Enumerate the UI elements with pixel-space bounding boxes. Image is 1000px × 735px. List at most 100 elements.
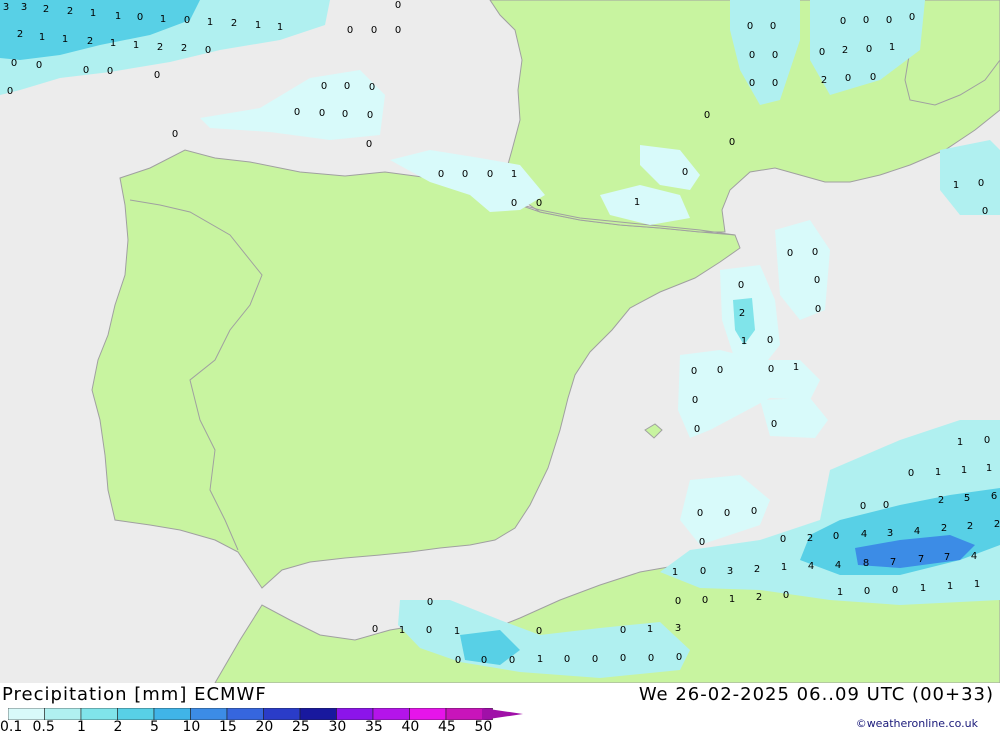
precip-value-label: 1: [935, 467, 941, 478]
precip-value-label: 0: [845, 73, 851, 84]
precip-value-label: 0: [438, 169, 444, 180]
precip-value-label: 1: [647, 624, 653, 635]
precip-value-label: 0: [863, 15, 869, 26]
precip-value-label: 1: [207, 17, 213, 28]
precip-value-label: 3: [887, 528, 893, 539]
precip-value-label: 1: [511, 169, 517, 180]
precip-value-label: 0: [787, 248, 793, 259]
precip-value-label: 4: [914, 526, 920, 537]
precip-value-label: 0: [342, 109, 348, 120]
precip-value-label: 1: [793, 362, 799, 373]
precip-value-label: 1: [729, 594, 735, 605]
precip-value-label: 0: [426, 625, 432, 636]
precip-value-label: 1: [160, 14, 166, 25]
precip-value-label: 2: [967, 521, 973, 532]
precip-value-label: 0: [344, 81, 350, 92]
precip-value-label: 1: [537, 654, 543, 665]
precip-value-label: 0: [675, 596, 681, 607]
precip-value-label: 0: [772, 50, 778, 61]
precip-value-label: 0: [137, 12, 143, 23]
precip-value-label: 0: [369, 82, 375, 93]
precip-value-label: 0: [536, 626, 542, 637]
precip-value-label: 0: [749, 50, 755, 61]
precip-value-label: 0: [908, 468, 914, 479]
precip-value-label: 0: [814, 275, 820, 286]
precip-value-label: 0: [367, 110, 373, 121]
valid-time: We 26-02-2025 06..09 UTC (00+33): [638, 684, 994, 705]
precip-value-label: 0: [700, 566, 706, 577]
precip-value-label: 0: [860, 501, 866, 512]
precip-value-label: 3: [3, 2, 9, 13]
precip-value-label: 2: [807, 533, 813, 544]
precip-value-label: 0: [372, 624, 378, 635]
precip-value-label: 2: [157, 42, 163, 53]
map-title: Precipitation [mm] ECMWF: [2, 684, 267, 705]
precip-value-label: 1: [110, 38, 116, 49]
precip-value-label: 2: [938, 495, 944, 506]
precip-value-label: 0: [620, 653, 626, 664]
precip-value-label: 0: [815, 304, 821, 315]
precip-value-label: 1: [39, 32, 45, 43]
precip-value-label: 0: [692, 395, 698, 406]
precip-value-label: 0: [509, 655, 515, 666]
precip-value-label: 0: [427, 597, 433, 608]
precip-value-label: 0: [107, 66, 113, 77]
precip-value-label: 4: [861, 529, 867, 540]
precip-value-label: 4: [835, 560, 841, 571]
precip-value-label: 0: [676, 652, 682, 663]
precip-value-label: 0: [724, 508, 730, 519]
precip-value-label: 1: [920, 583, 926, 594]
precip-value-label: 1: [961, 465, 967, 476]
scale-swatch: [117, 708, 155, 720]
credit-link[interactable]: ©weatheronline.co.uk: [856, 717, 978, 730]
precip-value-label: 0: [771, 419, 777, 430]
precip-value-label: 0: [321, 81, 327, 92]
precip-value-label: 2: [87, 36, 93, 47]
precip-value-label: 5: [964, 493, 970, 504]
precip-value-label: 1: [90, 8, 96, 19]
precip-value-label: 0: [812, 247, 818, 258]
precip-value-label: 3: [675, 623, 681, 634]
precip-value-label: 0: [83, 65, 89, 76]
precip-value-label: 2: [739, 308, 745, 319]
precip-value-label: 1: [947, 581, 953, 592]
precip-value-label: 0: [702, 595, 708, 606]
precip-value-label: 0: [886, 15, 892, 26]
precip-value-label: 2: [181, 43, 187, 54]
precip-value-label: 0: [487, 169, 493, 180]
precip-value-label: 1: [889, 42, 895, 53]
precip-value-label: 0: [11, 58, 17, 69]
precip-value-label: 0: [184, 15, 190, 26]
precip-value-label: 0: [866, 44, 872, 55]
precip-value-label: 0: [697, 508, 703, 519]
precip-value-label: 0: [481, 655, 487, 666]
precip-value-label: 1: [399, 625, 405, 636]
precip-value-label: 3: [727, 566, 733, 577]
precip-value-label: 0: [772, 78, 778, 89]
precip-value-label: 0: [982, 206, 988, 217]
precip-value-label: 1: [957, 437, 963, 448]
precip-value-label: 0: [7, 86, 13, 97]
precip-value-label: 0: [36, 60, 42, 71]
precipitation-map: 3 3 2 2 1 1 0 1 0 1 2 1 1 2 1 1 2 1 1 2 2 0 0 0 0 0 0 0 0 0 0 0 0 0 0 0 0 0 0 0…: [0, 0, 1000, 683]
precip-value-label: 2: [994, 519, 1000, 530]
precip-value-label: 0: [564, 654, 570, 665]
precip-value-label: 0: [319, 108, 325, 119]
precip-value-label: 1: [133, 40, 139, 51]
precip-value-label: 0: [864, 586, 870, 597]
precip-value-label: 0: [347, 25, 353, 36]
precip-value-label: 1: [781, 562, 787, 573]
precip-value-label: 0: [682, 167, 688, 178]
precip-value-label: 0: [738, 280, 744, 291]
precip-value-label: 0: [536, 198, 542, 209]
precip-value-label: 0: [294, 107, 300, 118]
precip-value-label: 0: [154, 70, 160, 81]
precip-value-label: 0: [717, 365, 723, 376]
precip-value-label: 2: [17, 29, 23, 40]
precip-value-label: 1: [953, 180, 959, 191]
precip-value-label: 1: [62, 34, 68, 45]
precip-value-label: 1: [974, 579, 980, 590]
precip-value-label: 0: [694, 424, 700, 435]
precip-value-label: 2: [231, 18, 237, 29]
precip-value-label: 0: [620, 625, 626, 636]
